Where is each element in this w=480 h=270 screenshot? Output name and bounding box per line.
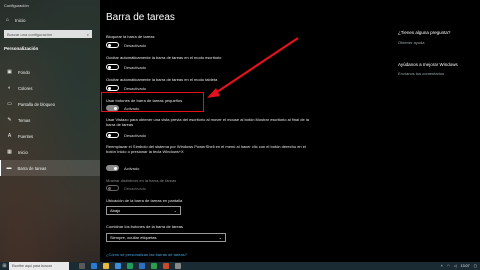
settings-sidebar: Configuración ⌂ Inicio Buscar una config… xyxy=(0,0,100,262)
related-panel: ¿Tienes alguna pregunta? Obtener ayuda A… xyxy=(395,0,480,262)
option-autohide-desktop-row: Desactivado xyxy=(106,64,146,70)
image-icon: ▣ xyxy=(7,69,12,75)
word-icon[interactable] xyxy=(139,263,145,269)
combine-buttons-value: Siempre, ocultar etiquetas xyxy=(110,235,157,240)
volume-icon[interactable]: ◁ xyxy=(454,264,457,268)
option-powershell-label: Reemplazar el Símbolo del sistema por Wi… xyxy=(106,144,306,154)
file-explorer-icon[interactable] xyxy=(103,263,109,269)
sidebar-item-label: Barra de tareas xyxy=(17,165,47,171)
windows-taskbar: ⊞ Escribe aquí para buscar ˄ ◠ ◁ 13:07 ▢ xyxy=(0,262,480,270)
sidebar-item-pantalla-bloqueo[interactable]: ▭ Pantalla de bloqueo xyxy=(0,96,100,112)
chevron-down-icon: ⌄ xyxy=(173,208,177,213)
improve-heading: Ayúdanos a mejorar Windows xyxy=(398,62,458,67)
settings-search-input[interactable]: Buscar una configuración ⌕ xyxy=(4,30,92,38)
taskbar-location-value: Abajo xyxy=(110,208,121,213)
option-peek-row: Desactivado xyxy=(106,132,146,138)
taskbar-search-input[interactable]: Escribe aquí para buscar xyxy=(9,262,69,270)
system-tray: ˄ ◠ ◁ 13:07 ▢ xyxy=(441,264,477,268)
badges-toggle[interactable] xyxy=(106,185,119,191)
chrome-icon[interactable] xyxy=(127,263,133,269)
search-icon: ⌕ xyxy=(86,31,89,37)
sidebar-item-label: Inicio xyxy=(18,149,28,155)
windows-start-icon[interactable]: ⊞ xyxy=(0,263,9,269)
sidebar-item-inicio[interactable]: ▦ Inicio xyxy=(0,144,100,160)
option-badges-row: Desactivado xyxy=(106,185,146,191)
brush-icon: ✎ xyxy=(7,117,12,123)
lock-taskbar-toggle[interactable] xyxy=(106,42,119,48)
taskbar-icon: ▬ xyxy=(6,165,12,171)
feedback-link[interactable]: Envíanos tus comentarios xyxy=(398,71,444,76)
autohide-desktop-toggle[interactable] xyxy=(106,64,119,70)
palette-icon: ◐ xyxy=(7,85,12,91)
taskbar-apps xyxy=(79,263,181,269)
sidebar-item-label: Pantalla de bloqueo xyxy=(18,101,56,107)
get-help-link[interactable]: Obtener ayuda xyxy=(398,40,424,45)
help-customize-link[interactable]: ¿Cómo se personalizan las barras de tare… xyxy=(106,252,187,257)
sidebar-item-fuentes[interactable]: A Fuentes xyxy=(0,128,100,144)
section-title: Personalización xyxy=(4,46,39,51)
excel-icon[interactable] xyxy=(151,263,157,269)
powershell-state: Activado xyxy=(124,165,140,171)
main-content: Barra de tareas Bloquear la barra de tar… xyxy=(100,0,385,262)
task-view-icon[interactable] xyxy=(79,263,85,269)
combine-buttons-label: Combinar los botones de la barra de tare… xyxy=(106,224,183,229)
taskbar-location-dropdown[interactable]: Abajo ⌄ xyxy=(106,206,181,215)
sidebar-item-label: Fondo xyxy=(18,69,30,75)
sidebar-item-fondo[interactable]: ▣ Fondo xyxy=(0,64,100,80)
taskbar-location-label: Ubicación de la barra de tareas en panta… xyxy=(106,198,183,203)
notifications-icon[interactable]: ▢ xyxy=(474,264,477,268)
search-placeholder: Buscar una configuración xyxy=(7,31,53,37)
option-lock-taskbar-label: Bloquear la barra de tareas xyxy=(106,34,155,39)
peek-state: Desactivado xyxy=(124,132,147,138)
taskbar-search-placeholder: Escribe aquí para buscar xyxy=(12,264,52,268)
font-icon: A xyxy=(7,133,12,139)
sidebar-item-label: Temas xyxy=(18,117,31,123)
option-lock-taskbar-row: Desactivado xyxy=(106,42,146,48)
highlight-box xyxy=(101,92,204,112)
autohide-desktop-state: Desactivado xyxy=(124,64,147,70)
combine-buttons-dropdown[interactable]: Siempre, ocultar etiquetas ⌄ xyxy=(106,233,226,242)
question-heading: ¿Tienes alguna pregunta? xyxy=(398,30,451,35)
page-title: Barra de tareas xyxy=(106,12,175,23)
sidebar-item-label: Fuentes xyxy=(18,133,34,139)
store-icon[interactable] xyxy=(115,263,121,269)
autohide-tablet-state: Desactivado xyxy=(124,85,147,91)
peek-toggle[interactable] xyxy=(106,132,119,138)
sidebar-item-colores[interactable]: ◐ Colores xyxy=(0,80,100,96)
start-icon: ▦ xyxy=(7,149,12,155)
sidebar-item-temas[interactable]: ✎ Temas xyxy=(0,112,100,128)
sidebar-nav: ▣ Fondo ◐ Colores ▭ Pantalla de bloqueo … xyxy=(0,64,100,176)
app-title: Configuración xyxy=(4,3,29,8)
clock-time[interactable]: 13:07 xyxy=(461,264,470,268)
badges-state: Desactivado xyxy=(124,185,147,191)
chevron-down-icon: ⌄ xyxy=(218,235,222,240)
option-autohide-tablet-row: Desactivado xyxy=(106,85,146,91)
option-badges-label: Mostrar distintivos en la barra de tarea… xyxy=(106,178,177,183)
option-autohide-desktop-label: Ocultar automáticamente la barra de tare… xyxy=(106,55,222,60)
nav-home[interactable]: ⌂ Inicio xyxy=(4,17,26,23)
network-icon[interactable]: ◠ xyxy=(447,264,450,268)
autohide-tablet-toggle[interactable] xyxy=(106,85,119,91)
home-icon: ⌂ xyxy=(5,17,10,23)
lock-screen-icon: ▭ xyxy=(7,101,12,107)
edge-icon[interactable] xyxy=(91,263,97,269)
powershell-toggle[interactable] xyxy=(106,165,119,171)
nav-home-label: Inicio xyxy=(15,17,26,23)
chevron-up-icon[interactable]: ˄ xyxy=(441,264,443,268)
lock-taskbar-state: Desactivado xyxy=(124,42,147,48)
option-autohide-tablet-label: Ocultar automáticamente la barra de tare… xyxy=(106,77,218,82)
option-peek-label: Usar Vistazo para obtener una vista prev… xyxy=(106,117,309,127)
settings-gear-icon[interactable] xyxy=(175,263,181,269)
powerpoint-icon[interactable] xyxy=(163,263,169,269)
option-powershell-row: Activado xyxy=(106,165,139,171)
sidebar-item-barra-tareas[interactable]: ▬ Barra de tareas xyxy=(0,160,100,176)
sidebar-item-label: Colores xyxy=(18,85,33,91)
